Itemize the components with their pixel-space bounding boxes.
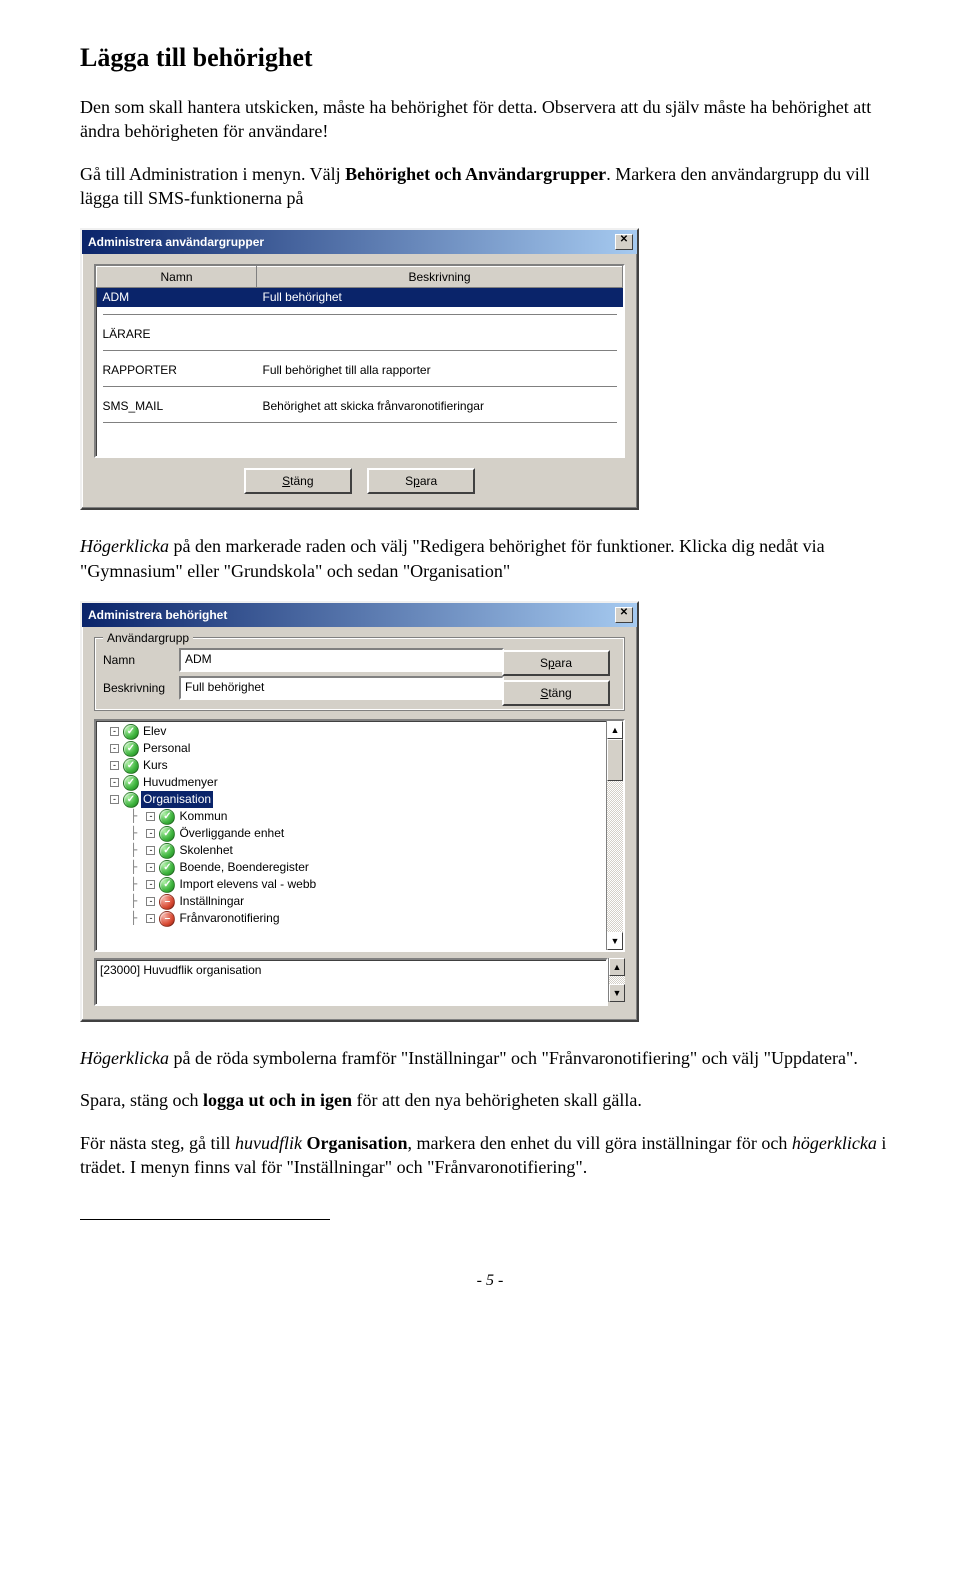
- tree-item[interactable]: -✓Personal: [100, 740, 606, 757]
- page-title: Lägga till behörighet: [80, 40, 900, 75]
- scroll-down-icon[interactable]: ▼: [607, 932, 623, 950]
- tree-toggle-icon[interactable]: -: [146, 846, 155, 855]
- scroll-up-icon[interactable]: ▲: [607, 721, 623, 739]
- permission-tree[interactable]: -✓Elev-✓Personal-✓Kurs-✓Huvudmenyer-✓Org…: [94, 719, 625, 952]
- tree-toggle-icon[interactable]: -: [146, 829, 155, 838]
- table-row[interactable]: RAPPORTERFull behörighet till alla rappo…: [97, 361, 623, 379]
- tree-toggle-icon[interactable]: -: [110, 744, 119, 753]
- user-groups-table[interactable]: Namn Beskrivning ADMFull behörighet LÄRA…: [94, 264, 625, 458]
- check-icon: ✓: [123, 741, 139, 757]
- titlebar[interactable]: Administrera användargrupper ✕: [82, 230, 637, 254]
- close-icon[interactable]: ✕: [615, 234, 633, 250]
- footer-rule: [80, 1219, 330, 1220]
- tree-toggle-icon[interactable]: -: [110, 761, 119, 770]
- paragraph-6: För nästa steg, gå till huvudflik Organi…: [80, 1131, 900, 1180]
- scroll-track[interactable]: [607, 781, 623, 932]
- check-icon: ✓: [123, 758, 139, 774]
- check-icon: ✓: [159, 826, 175, 842]
- paragraph-3: Högerklicka på den markerade raden och v…: [80, 534, 900, 583]
- dialog-user-groups: Administrera användargrupper ✕ Namn Besk…: [80, 228, 639, 510]
- scrollbar[interactable]: ▲ ▼: [606, 721, 623, 950]
- check-icon: ✓: [159, 809, 175, 825]
- tree-item[interactable]: ├ -✓Boende, Boenderegister: [100, 859, 606, 876]
- paragraph-2: Gå till Administration i menyn. Välj Beh…: [80, 162, 900, 211]
- tree-item[interactable]: ├ -✓Skolenhet: [100, 842, 606, 859]
- check-icon: ✓: [159, 843, 175, 859]
- tree-toggle-icon[interactable]: -: [146, 897, 155, 906]
- check-icon: ✓: [123, 792, 139, 808]
- paragraph-4: Högerklicka på de röda symbolerna framfö…: [80, 1046, 900, 1070]
- tree-toggle-icon[interactable]: -: [110, 727, 119, 736]
- tree-toggle-icon[interactable]: -: [146, 863, 155, 872]
- tree-item[interactable]: -✓Organisation: [100, 791, 606, 808]
- tree-item[interactable]: ├ -✓Kommun: [100, 808, 606, 825]
- minus-icon: –: [159, 894, 175, 910]
- scroll-down-icon[interactable]: ▼: [609, 984, 625, 1002]
- desc-field[interactable]: Full behörighet: [179, 676, 504, 700]
- minus-icon: –: [159, 911, 175, 927]
- table-row[interactable]: [97, 433, 623, 451]
- tree-item[interactable]: ├ -–Inställningar: [100, 893, 606, 910]
- group-legend: Användargrupp: [103, 630, 193, 646]
- scroll-track[interactable]: [609, 976, 625, 984]
- col-header-name[interactable]: Namn: [97, 267, 257, 288]
- dialog-title: Administrera behörighet: [88, 607, 227, 623]
- tree-toggle-icon[interactable]: -: [146, 812, 155, 821]
- tree-toggle-icon[interactable]: -: [146, 914, 155, 923]
- titlebar[interactable]: Administrera behörighet ✕: [82, 603, 637, 627]
- check-icon: ✓: [123, 724, 139, 740]
- tree-item[interactable]: ├ -✓Import elevens val - webb: [100, 876, 606, 893]
- tree-item-label: Skolenhet: [177, 842, 234, 858]
- tree-item-label: Boende, Boenderegister: [177, 859, 310, 875]
- tree-item[interactable]: ├ -✓Överliggande enhet: [100, 825, 606, 842]
- tree-item-label: Kommun: [177, 808, 229, 824]
- save-button[interactable]: Spara: [367, 468, 475, 494]
- user-group-frame: Användargrupp Namn ADM Beskrivning Full …: [94, 637, 625, 711]
- save-button[interactable]: Spara: [502, 650, 610, 676]
- check-icon: ✓: [159, 877, 175, 893]
- scroll-thumb[interactable]: [607, 739, 623, 781]
- tree-toggle-icon[interactable]: -: [146, 880, 155, 889]
- tree-item[interactable]: -✓Elev: [100, 723, 606, 740]
- tree-item-label: Organisation: [141, 791, 213, 807]
- paragraph-1: Den som skall hantera utskicken, måste h…: [80, 95, 900, 144]
- table-row[interactable]: SMS_MAILBehörighet att skicka frånvarono…: [97, 397, 623, 415]
- label-desc: Beskrivning: [103, 680, 173, 696]
- tree-toggle-icon[interactable]: -: [110, 778, 119, 787]
- tree-item-label: Kurs: [141, 757, 170, 773]
- col-header-desc[interactable]: Beskrivning: [257, 267, 623, 288]
- tree-item-label: Inställningar: [177, 893, 246, 909]
- check-icon: ✓: [123, 775, 139, 791]
- paragraph-5: Spara, stäng och logga ut och in igen fö…: [80, 1088, 900, 1112]
- tree-item-label: Import elevens val - webb: [177, 876, 318, 892]
- status-text: [23000] Huvudflik organisation: [94, 958, 608, 1006]
- tree-item-label: Elev: [141, 723, 168, 739]
- tree-item[interactable]: ├ -–Frånvaronotifiering: [100, 910, 606, 927]
- check-icon: ✓: [159, 860, 175, 876]
- name-field[interactable]: ADM: [179, 648, 504, 672]
- tree-toggle-icon[interactable]: -: [110, 795, 119, 804]
- close-button[interactable]: Stäng: [244, 468, 352, 494]
- page-number: - 5 -: [80, 1270, 900, 1292]
- label-name: Namn: [103, 652, 173, 668]
- tree-item[interactable]: -✓Kurs: [100, 757, 606, 774]
- dialog-title: Administrera användargrupper: [88, 234, 264, 250]
- tree-item[interactable]: -✓Huvudmenyer: [100, 774, 606, 791]
- scroll-up-icon[interactable]: ▲: [609, 958, 625, 976]
- status-scrollbar[interactable]: ▲ ▼: [608, 958, 625, 1002]
- table-row[interactable]: LÄRARE: [97, 325, 623, 343]
- tree-item-label: Överliggande enhet: [177, 825, 286, 841]
- close-icon[interactable]: ✕: [615, 607, 633, 623]
- tree-item-label: Personal: [141, 740, 192, 756]
- tree-item-label: Frånvaronotifiering: [177, 910, 281, 926]
- dialog-permissions: Administrera behörighet ✕ Användargrupp …: [80, 601, 639, 1022]
- tree-item-label: Huvudmenyer: [141, 774, 220, 790]
- table-row[interactable]: ADMFull behörighet: [97, 288, 623, 307]
- close-button[interactable]: Stäng: [502, 680, 610, 706]
